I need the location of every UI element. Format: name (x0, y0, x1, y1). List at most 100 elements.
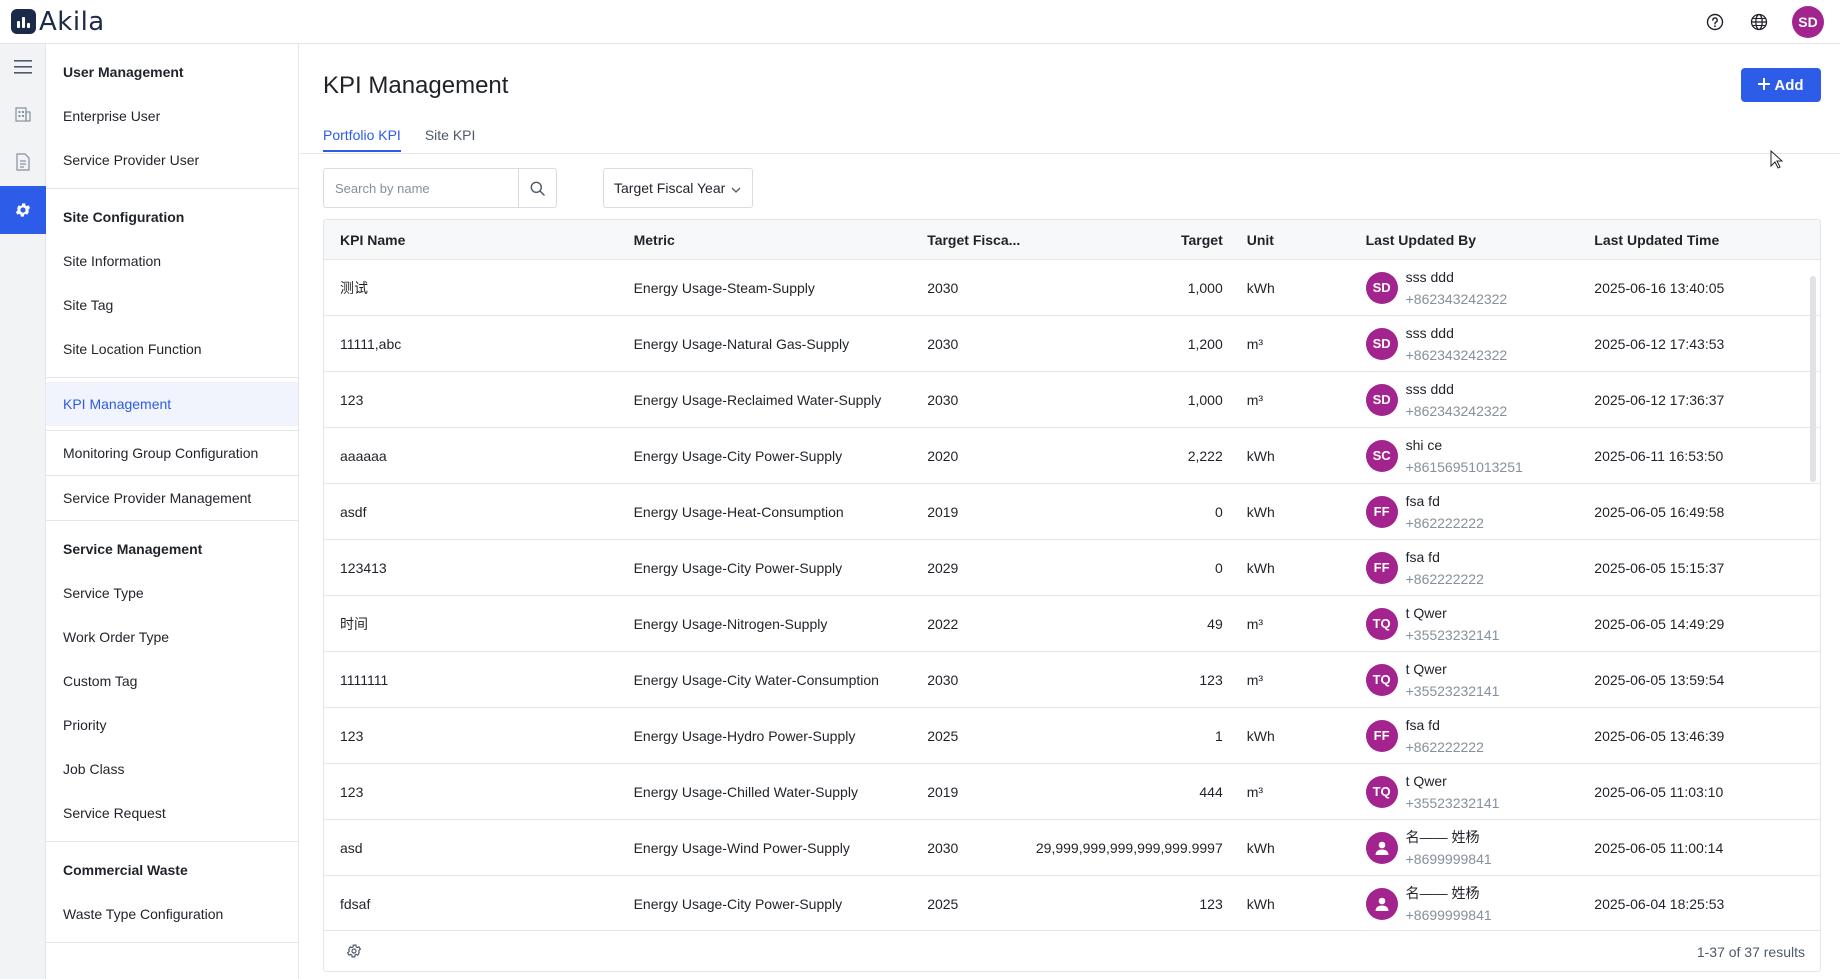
building-icon[interactable] (0, 90, 46, 138)
search-icon[interactable] (518, 169, 556, 207)
unit-column: m³ (1231, 616, 1350, 632)
last-updated-time-cell: 2025-06-11 16:53:50 (1594, 447, 1724, 464)
metric-cell: Energy Usage-Reclaimed Water-Supply (633, 391, 882, 408)
fiscal-year-filter-label: Target Fiscal Year (614, 180, 726, 196)
metric-cell: Energy Usage-Natural Gas-Supply (633, 335, 850, 352)
user-avatar: TQ (1365, 607, 1398, 640)
app-logo[interactable]: Akila (11, 7, 105, 37)
user-name: shi ce (1405, 436, 1443, 453)
sidebar-item-enterprise-user[interactable]: Enterprise User (46, 94, 298, 138)
table-row[interactable]: 123 Energy Usage-Chilled Water-Supply 2019… (324, 764, 1820, 820)
search-input[interactable] (324, 169, 518, 207)
target-cell: 2,222 (1187, 447, 1223, 464)
sidebar-item-monitoring-group-configuration[interactable]: Monitoring Group Configuration (46, 431, 298, 475)
sidebar-group-site-configuration: Site Configuration (63, 209, 185, 225)
metric-cell: Energy Usage-City Power-Supply (633, 895, 843, 912)
sidebar-item-service-provider-management[interactable]: Service Provider Management (46, 476, 298, 520)
column-header-kpi-name[interactable]: KPI Name (324, 232, 618, 248)
metric-cell: Energy Usage-City Power-Supply (633, 559, 843, 576)
user-name: 名—— 姓杨 (1405, 828, 1480, 845)
table-row[interactable]: 123 Energy Usage-Reclaimed Water-Supply 20… (324, 372, 1820, 428)
sidebar-item-site-tag[interactable]: Site Tag (46, 283, 298, 327)
column-header-metric[interactable]: Metric (618, 232, 912, 248)
last-updated-time-cell: 2025-06-16 13:40:05 (1594, 279, 1725, 296)
document-icon[interactable] (0, 138, 46, 186)
sidebar-item-custom-tag[interactable]: Custom Tag (46, 659, 298, 703)
gear-icon[interactable] (0, 186, 46, 234)
sidebar-item-service-request[interactable]: Service Request (46, 791, 298, 835)
target-cell: 0 (1214, 559, 1223, 576)
unit-column: m³ (1231, 672, 1350, 688)
kpi-name-cell: fdsaf (340, 895, 371, 912)
table-row[interactable]: fdsaf Energy Usage-City Power-Supply 2025 1… (324, 876, 1820, 930)
table-row[interactable]: asd Energy Usage-Wind Power-Supply 2030 29,… (324, 820, 1820, 876)
user-phone: +86156951013251 (1405, 458, 1523, 475)
last-updated-time-cell: 2025-06-05 11:00:14 (1594, 839, 1724, 856)
table-scrollbar[interactable] (1810, 276, 1816, 482)
table-row[interactable]: 测试 Energy Usage-Steam-Supply 2030 1,000 kWh S… (324, 260, 1820, 316)
target-cell: 49 (1207, 615, 1223, 632)
kpi-name-cell: 123 (340, 391, 364, 408)
column-header-target[interactable]: Target (1031, 232, 1231, 248)
column-header-unit[interactable]: Unit (1231, 232, 1350, 248)
sidebar-item-service-type[interactable]: Service Type (46, 571, 298, 615)
table-row[interactable]: aaaaaa Energy Usage-City Power-Supply 2020… (324, 428, 1820, 484)
metric-cell: Energy Usage-City Water-Consumption (633, 671, 879, 688)
fiscal-year-cell: 2030 (927, 671, 959, 688)
globe-icon[interactable] (1748, 11, 1770, 33)
table-row[interactable]: asdf Energy Usage-Heat-Consumption 2019 0 kW… (324, 484, 1820, 540)
unit-cell: kWh (1246, 503, 1275, 520)
sidebar-item-waste-type-configuration[interactable]: Waste Type Configuration (46, 892, 298, 936)
unit-cell: m³ (1246, 615, 1264, 632)
help-circle-icon[interactable] (1704, 11, 1726, 33)
last-updated-by-cell: 名—— 姓杨 +8699999841 (1350, 882, 1579, 926)
metric-cell: Energy Usage-Steam-Supply (633, 279, 815, 296)
add-button[interactable]: Add (1741, 68, 1821, 102)
last-updated-by-cell: TQ t Qwer +35523232141 (1350, 602, 1579, 646)
fiscal-year-cell: 2025 (927, 895, 959, 912)
kpi-table: KPI Name Metric Target Fisca... Target U… (323, 219, 1821, 972)
user-phone: +862343242322 (1405, 346, 1508, 363)
sidebar-item-priority[interactable]: Priority (46, 703, 298, 747)
sidebar-item-work-order-type[interactable]: Work Order Type (46, 615, 298, 659)
table-row[interactable]: 时间 Energy Usage-Nitrogen-Supply 2022 49 m³ TQ… (324, 596, 1820, 652)
kpi-name-cell: 1111111 (340, 671, 389, 688)
kpi-tabs: Portfolio KPI Site KPI (323, 120, 475, 152)
sidebar-item-kpi-management[interactable]: KPI Management (46, 382, 298, 426)
user-name: t Qwer (1405, 604, 1447, 621)
sidebar-item-job-class[interactable]: Job Class (46, 747, 298, 791)
column-header-last-updated-by[interactable]: Last Updated By (1350, 232, 1579, 248)
last-updated-by-cell: TQ t Qwer +35523232141 (1350, 770, 1579, 814)
unit-cell: kWh (1246, 839, 1275, 856)
user-avatar: SD (1365, 327, 1398, 360)
sidebar-item-site-location-function[interactable]: Site Location Function (46, 327, 298, 371)
hamburger-menu-icon[interactable] (0, 44, 46, 90)
sidebar-item-service-provider-user[interactable]: Service Provider User (46, 138, 298, 182)
table-settings-gear-icon[interactable] (346, 943, 362, 962)
table-row[interactable]: 123413 Energy Usage-City Power-Supply 2029… (324, 540, 1820, 596)
fiscal-year-cell: 2030 (927, 391, 959, 408)
table-row[interactable]: 11111,abc Energy Usage-Natural Gas-Supply… (324, 316, 1820, 372)
unit-column: m³ (1231, 336, 1350, 352)
user-avatar[interactable]: SD (1792, 6, 1824, 38)
table-row[interactable]: 1111111 Energy Usage-City Water-Consumpti… (324, 652, 1820, 708)
table-body: 测试 Energy Usage-Steam-Supply 2030 1,000 kWh S… (324, 260, 1820, 930)
kpi-name-cell: 时间 (340, 615, 368, 632)
fiscal-year-cell: 2030 (927, 839, 959, 856)
user-name: t Qwer (1405, 772, 1447, 789)
unit-column: m³ (1231, 784, 1350, 800)
icon-rail (0, 44, 46, 979)
user-avatar: SC (1365, 439, 1398, 472)
person-avatar-icon (1365, 887, 1398, 920)
column-header-last-updated-time[interactable]: Last Updated Time (1578, 232, 1820, 248)
tab-portfolio-kpi[interactable]: Portfolio KPI (323, 120, 401, 152)
tab-site-kpi[interactable]: Site KPI (425, 120, 476, 152)
fiscal-year-filter[interactable]: Target Fiscal Year (603, 168, 753, 208)
table-row[interactable]: 123 Energy Usage-Hydro Power-Supply 2025 1 k… (324, 708, 1820, 764)
kpi-name-cell: 123413 (340, 559, 387, 576)
column-header-target-fiscal-year[interactable]: Target Fisca... (911, 232, 1031, 248)
fiscal-year-cell: 2029 (927, 559, 959, 576)
top-bar: Akila SD (0, 0, 1840, 44)
unit-cell: kWh (1246, 727, 1275, 744)
sidebar-item-site-information[interactable]: Site Information (46, 239, 298, 283)
